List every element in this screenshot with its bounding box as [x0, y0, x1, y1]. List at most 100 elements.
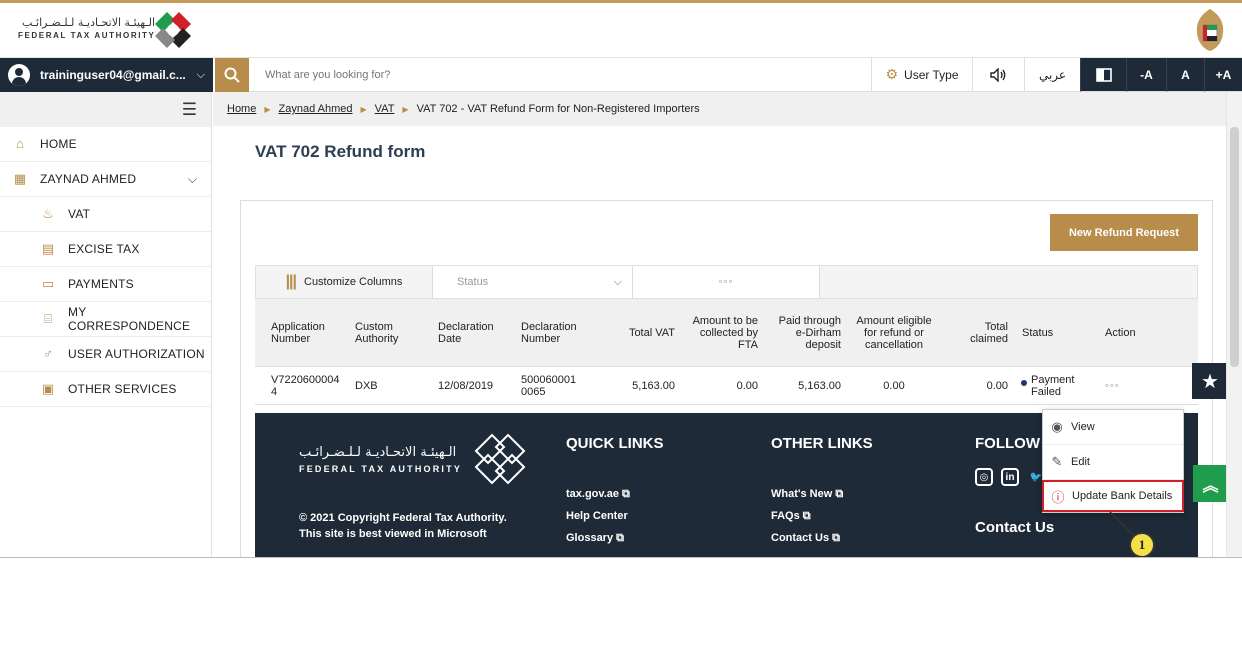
hamburger-menu-icon[interactable]: ☰: [182, 100, 197, 120]
new-refund-request-button[interactable]: New Refund Request: [1050, 214, 1198, 251]
view-label: View: [1071, 421, 1095, 433]
sidebar-item-excise-tax[interactable]: ▤ EXCISE TAX: [0, 232, 211, 267]
user-account-menu[interactable]: traininguser04@gmail.c... ⌵: [0, 58, 213, 92]
cell-status: Payment Failed: [1021, 373, 1092, 398]
double-chevron-up-icon: ︽: [1202, 477, 1219, 495]
clipboard-icon: ▣: [41, 381, 55, 396]
user-type-button[interactable]: ⚙ User Type: [871, 58, 972, 92]
step-callout-badge: 1: [1129, 532, 1155, 558]
linkedin-icon[interactable]: in: [1001, 468, 1019, 486]
instagram-icon[interactable]: ◎: [975, 468, 993, 486]
customize-columns-button[interactable]: ||| Customize Columns: [256, 266, 433, 298]
columns-icon: |||: [285, 273, 297, 290]
text-to-speech-button[interactable]: [972, 58, 1024, 92]
scroll-to-top-button[interactable]: ︽: [1193, 465, 1228, 502]
footer-link-glossary[interactable]: Glossary ⧉: [566, 532, 624, 545]
sidebar-item-payments[interactable]: ▭ PAYMENTS: [0, 267, 211, 302]
breadcrumb-separator-icon: ▶: [264, 104, 271, 114]
table-row[interactable]: V72206000044 DXB 12/08/2019 500060001006…: [255, 367, 1198, 405]
scrollbar-thumb[interactable]: [1230, 127, 1239, 367]
sidebar-item-user-authorization[interactable]: ♂ USER AUTHORIZATION: [0, 337, 211, 372]
column-header[interactable]: Total VAT: [615, 327, 675, 339]
eye-icon: ◉: [1051, 419, 1063, 434]
column-header: Action: [1105, 326, 1136, 339]
column-header[interactable]: Total claimed: [951, 321, 1008, 345]
uae-emblem-icon: [1196, 9, 1224, 51]
search-icon: [224, 67, 240, 83]
logo-english-text: FEDERAL TAX AUTHORITY: [18, 31, 156, 40]
sidebar-item-account[interactable]: ▦ ZAYNAD AHMED ⌵: [0, 162, 211, 197]
favorites-star-button[interactable]: ★: [1192, 363, 1228, 399]
card-icon: ▭: [41, 276, 55, 291]
column-header[interactable]: Application Number: [271, 321, 343, 345]
edit-icon: ✎: [1051, 454, 1063, 469]
status-filter-placeholder: Status: [457, 276, 489, 288]
fta-logo-icon[interactable]: [150, 7, 196, 53]
grid-icon: ▦: [13, 171, 27, 186]
contrast-icon: [1095, 67, 1112, 82]
sidebar-item-label: PAYMENTS: [68, 277, 134, 291]
column-header[interactable]: Declaration Number: [521, 321, 601, 345]
info-icon: ⓘ: [1051, 489, 1065, 505]
font-increase-button[interactable]: +A: [1204, 58, 1242, 92]
footer-link-help-center[interactable]: Help Center: [566, 510, 628, 522]
font-decrease-button[interactable]: -A: [1126, 58, 1166, 92]
edit-label: Edit: [1071, 456, 1090, 468]
sidebar-item-correspondence[interactable]: ⌸ MY CORRESPONDENCE: [0, 302, 211, 337]
footer-link-whats-new[interactable]: What's New ⧉: [771, 488, 843, 501]
breadcrumb-account[interactable]: Zaynad Ahmed: [279, 103, 353, 115]
search-input[interactable]: [249, 58, 871, 92]
sidebar-item-vat[interactable]: ♨ VAT: [0, 197, 211, 232]
user-type-label: User Type: [904, 67, 959, 82]
page-title: VAT 702 Refund form: [255, 142, 426, 161]
top-navbar: traininguser04@gmail.c... ⌵ ⚙ User Type …: [0, 58, 1242, 92]
excise-icon: ▤: [41, 241, 55, 256]
toolbar-more-button[interactable]: ◦◦◦: [633, 266, 820, 298]
speaker-icon: [989, 67, 1005, 82]
sidebar-toggle-row: ☰: [0, 92, 211, 127]
edit-menu-item[interactable]: ✎ Edit: [1043, 445, 1183, 480]
footer-fta-logo-icon: [474, 433, 526, 485]
status-label: Payment Failed: [1031, 373, 1075, 398]
social-links: ◎ in 🐦: [975, 468, 1045, 486]
cell-custom-authority: DXB: [355, 379, 378, 392]
sidebar-item-label: HOME: [40, 137, 77, 151]
chevron-down-icon: ⌵: [613, 275, 622, 288]
column-header[interactable]: Status: [1022, 327, 1092, 339]
gear-icon: ⚙: [885, 66, 899, 82]
other-links-heading: OTHER LINKS: [771, 435, 873, 452]
status-filter-select[interactable]: Status ⌵: [433, 266, 633, 298]
update-bank-details-menu-item[interactable]: ⓘ Update Bank Details: [1042, 480, 1184, 512]
customize-columns-label: Customize Columns: [304, 276, 403, 288]
footer-link-tax-gov[interactable]: tax.gov.ae ⧉: [566, 488, 630, 501]
column-header[interactable]: Declaration Date: [438, 321, 508, 345]
star-icon: ★: [1201, 370, 1219, 393]
quick-links-heading: QUICK LINKS: [566, 435, 664, 452]
contrast-toggle[interactable]: [1080, 58, 1126, 92]
sidebar-item-home[interactable]: ⌂ HOME: [0, 127, 211, 162]
footer-link-faqs[interactable]: FAQs ⧉: [771, 510, 811, 523]
column-header[interactable]: Amount eligible for refund or cancellati…: [855, 315, 933, 351]
column-header[interactable]: Amount to be collected by FTA: [685, 315, 758, 351]
table-header: Application Number Custom Authority Decl…: [255, 299, 1198, 367]
footer-logo-english: FEDERAL TAX AUTHORITY: [299, 464, 463, 474]
view-menu-item[interactable]: ◉ View: [1043, 410, 1183, 445]
sidebar-item-label: OTHER SERVICES: [68, 382, 177, 396]
row-action-menu-button[interactable]: ◦◦◦: [1105, 380, 1165, 392]
language-toggle[interactable]: عربي: [1024, 58, 1080, 92]
column-header[interactable]: Paid through e-Dirham deposit: [768, 315, 841, 351]
vat-icon: ♨: [42, 206, 54, 221]
sidebar-item-label: VAT: [68, 207, 91, 221]
footer-link-contact-us[interactable]: Contact Us ⧉: [771, 532, 840, 545]
row-action-dropdown: ◉ View ✎ Edit ⓘ Update Bank Details: [1042, 409, 1184, 513]
font-normal-button[interactable]: A: [1166, 58, 1204, 92]
page-scrollbar[interactable]: [1226, 92, 1242, 557]
column-header[interactable]: Custom Authority: [355, 321, 427, 345]
sidebar-item-label: ZAYNAD AHMED: [40, 172, 137, 186]
breadcrumb-current: VAT 702 - VAT Refund Form for Non-Regist…: [416, 103, 700, 115]
breadcrumb-vat[interactable]: VAT: [375, 103, 395, 115]
sidebar-item-other-services[interactable]: ▣ OTHER SERVICES: [0, 372, 211, 407]
search-button[interactable]: [215, 58, 249, 92]
sidebar-item-label: EXCISE TAX: [68, 242, 140, 256]
breadcrumb-home[interactable]: Home: [227, 103, 256, 115]
